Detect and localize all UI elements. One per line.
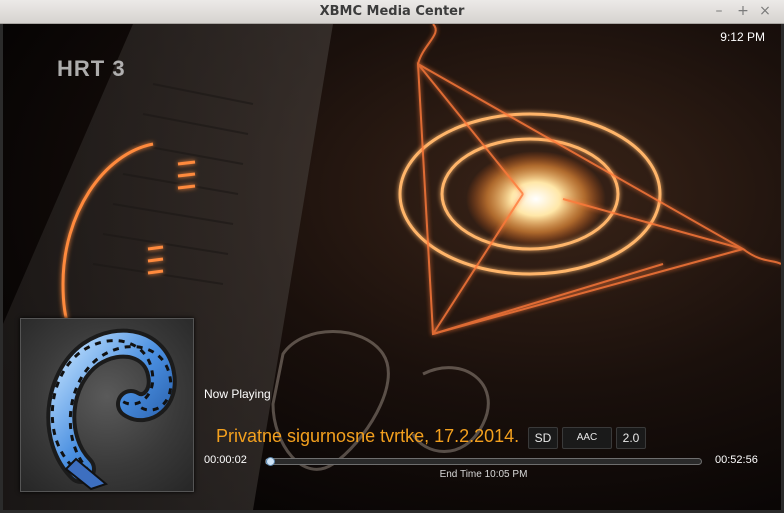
end-time: End Time 10:05 PM — [439, 469, 528, 480]
now-playing-thumbnail — [20, 318, 194, 492]
total-time: 00:52:56 — [715, 454, 758, 466]
channel-logo: HRT 3 — [57, 56, 126, 81]
maximize-button[interactable]: + — [735, 3, 751, 19]
window-title: XBMC Media Center — [319, 4, 465, 19]
window-titlebar: XBMC Media Center – + × — [0, 0, 784, 24]
minimize-button[interactable]: – — [711, 3, 727, 19]
audio-codec-flag: AAC — [562, 427, 612, 449]
audio-channels-flag: 2.0 — [616, 427, 646, 449]
seek-bar-knob[interactable] — [266, 457, 275, 466]
clock: 9:12 PM — [720, 30, 765, 44]
now-playing-title: Privatne sigurnosne tvrtke, 17.2.2014. — [216, 426, 520, 446]
film-reel-icon — [46, 328, 177, 491]
close-button[interactable]: × — [757, 3, 773, 19]
now-playing-label: Now Playing — [204, 387, 271, 401]
video-stage[interactable]: 9:12 PM HRT 3 Now Playing Privatne sigur… — [3, 24, 781, 510]
resolution-flag: SD — [528, 427, 558, 449]
seek-bar[interactable] — [265, 457, 702, 466]
elapsed-time: 00:00:02 — [204, 454, 247, 466]
